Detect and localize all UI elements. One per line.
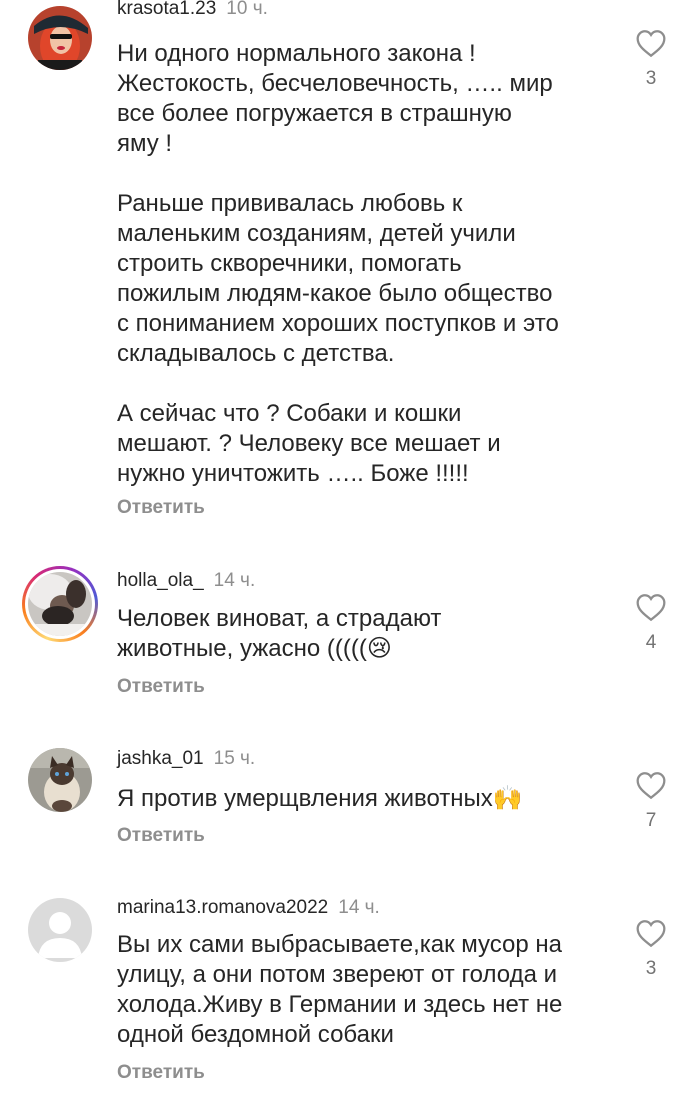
heart-icon [636,920,666,948]
comment: krasota1.23 10 ч. Ни одного нормального з… [0,0,700,540]
heart-icon [636,30,666,58]
avatar[interactable] [28,748,92,812]
avatar[interactable] [28,572,92,636]
like-button[interactable] [634,28,668,58]
like-count: 4 [645,632,657,653]
reply-button[interactable]: Ответить [117,825,205,847]
reply-button[interactable]: Ответить [117,1062,205,1084]
comment: jashka_01 15 ч. Я против умерщвления живо… [0,740,700,860]
timestamp: 15 ч. [213,748,256,769]
cat-photo-icon [28,748,92,812]
username[interactable]: holla_ola_ [117,570,204,591]
user-photo-icon [28,572,92,636]
comment-text: Вы их сами выбрасываете,как мусор на ули… [117,931,563,1048]
comment-meta: marina13.romanova2022 14 ч. [117,897,380,919]
username[interactable]: marina13.romanova2022 [117,897,328,918]
like-count: 7 [645,810,657,831]
comment-text: Ни одного нормального закона ! Жестокост… [117,40,559,487]
comment-meta: krasota1.23 10 ч. [117,0,268,20]
avatar[interactable] [28,6,92,70]
like-button[interactable] [634,770,668,800]
like-button[interactable] [634,918,668,948]
timestamp: 14 ч. [213,570,256,591]
user-photo-icon [28,6,92,70]
comment-text: Человек виноват, а страдают животные, уж… [117,605,442,662]
comment: marina13.romanova2022 14 ч. Вы их сами вы… [0,890,700,1110]
like-count: 3 [645,68,657,89]
comment-text: Я против умерщвления животных🙌 [117,785,523,812]
like-button[interactable] [634,592,668,622]
timestamp: 14 ч. [338,897,380,918]
comment-meta: jashka_01 15 ч. [117,748,255,770]
like-count: 3 [645,958,657,979]
timestamp: 10 ч. [226,0,268,19]
heart-icon [636,594,666,622]
avatar[interactable] [28,898,92,962]
comment-meta: holla_ola_ 14 ч. [117,570,255,592]
username[interactable]: jashka_01 [117,748,204,769]
username[interactable]: krasota1.23 [117,0,216,19]
heart-icon [636,772,666,800]
default-avatar-icon [28,898,92,962]
reply-button[interactable]: Ответить [117,497,205,519]
reply-button[interactable]: Ответить [117,676,205,698]
comment: holla_ola_ 14 ч. Человек виноват, а страд… [0,560,700,710]
